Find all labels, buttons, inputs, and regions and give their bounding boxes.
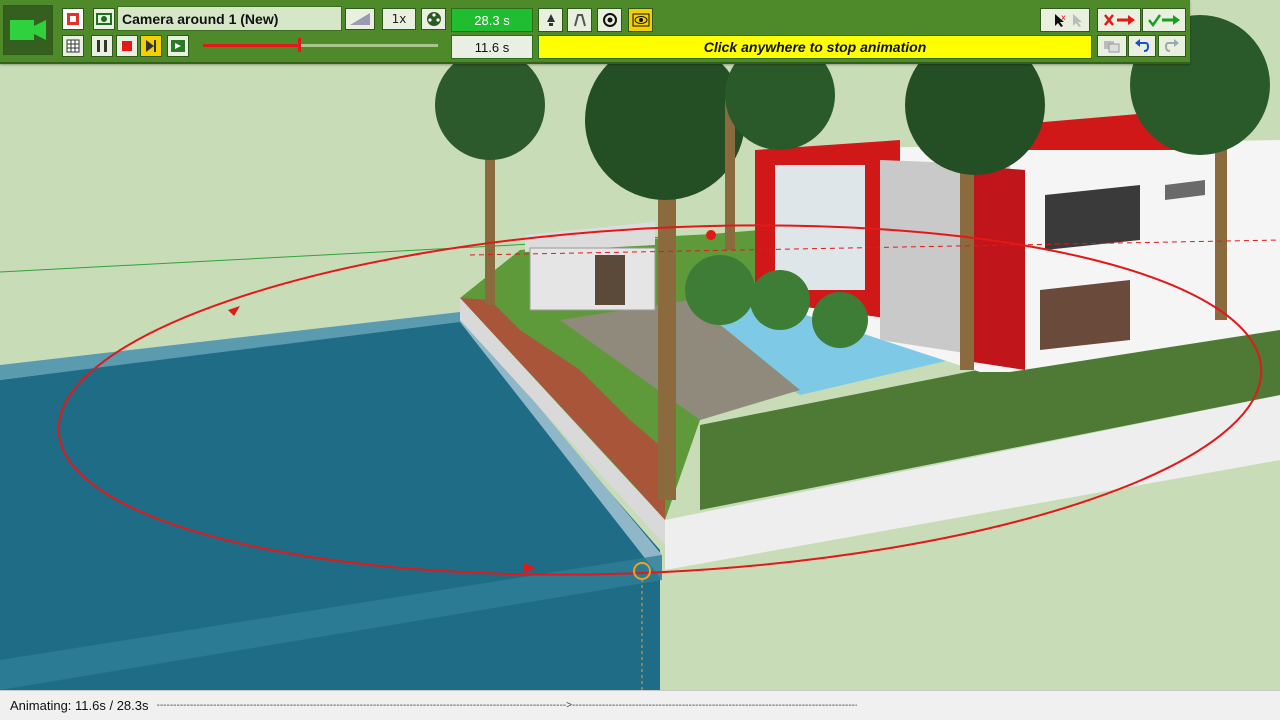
accept-icon[interactable] xyxy=(1142,8,1186,32)
animation-name-field[interactable]: Camera around 1 (New) xyxy=(117,6,342,31)
status-progress-line: ----------------------------------------… xyxy=(156,700,857,711)
scene-icon[interactable] xyxy=(93,8,115,30)
video-camera-icon[interactable] xyxy=(3,5,53,55)
status-bar: Animating: 11.6s / 28.3s ---------------… xyxy=(0,690,1280,720)
cabana xyxy=(529,247,656,311)
undo-icon[interactable] xyxy=(1128,35,1156,57)
status-message: Click anywhere to stop animation xyxy=(538,35,1092,59)
svg-text:x: x xyxy=(1061,13,1066,22)
speed-button[interactable]: 1x xyxy=(382,8,416,30)
viewport-3d-scene[interactable] xyxy=(0,0,1280,690)
sketchup-logo-icon[interactable] xyxy=(62,8,84,30)
walk-icon[interactable] xyxy=(567,8,592,32)
spreadsheet-icon[interactable] xyxy=(62,35,84,57)
select-tool-icon[interactable]: x xyxy=(1040,8,1090,32)
status-text: Animating: 11.6s / 28.3s xyxy=(10,698,149,713)
window-icon[interactable] xyxy=(1097,35,1127,57)
current-time-field[interactable]: 11.6 s xyxy=(451,35,533,59)
progress-handle[interactable] xyxy=(298,38,301,52)
house-window-lower xyxy=(1040,280,1130,350)
cancel-icon[interactable] xyxy=(1097,8,1141,32)
cabana-door xyxy=(595,255,625,305)
film-reel-icon[interactable] xyxy=(421,8,446,30)
step-forward-icon[interactable] xyxy=(140,35,162,57)
camera-target-point[interactable] xyxy=(706,230,716,240)
target-icon[interactable] xyxy=(597,8,622,32)
redo-icon[interactable] xyxy=(1158,35,1186,57)
eye-view-icon[interactable] xyxy=(628,8,653,32)
film-export-icon[interactable] xyxy=(167,35,189,57)
total-duration-field[interactable]: 28.3 s xyxy=(451,8,533,32)
light-bulb-icon[interactable] xyxy=(538,8,563,32)
animation-toolbar: Camera around 1 (New) 1x 28.3 s 11.6 s C… xyxy=(0,0,1190,64)
pause-icon[interactable] xyxy=(91,35,113,57)
progress-fill xyxy=(203,44,299,47)
ease-curve-icon[interactable] xyxy=(345,8,375,30)
stop-icon[interactable] xyxy=(116,35,138,57)
house-window-upper xyxy=(1045,185,1140,250)
